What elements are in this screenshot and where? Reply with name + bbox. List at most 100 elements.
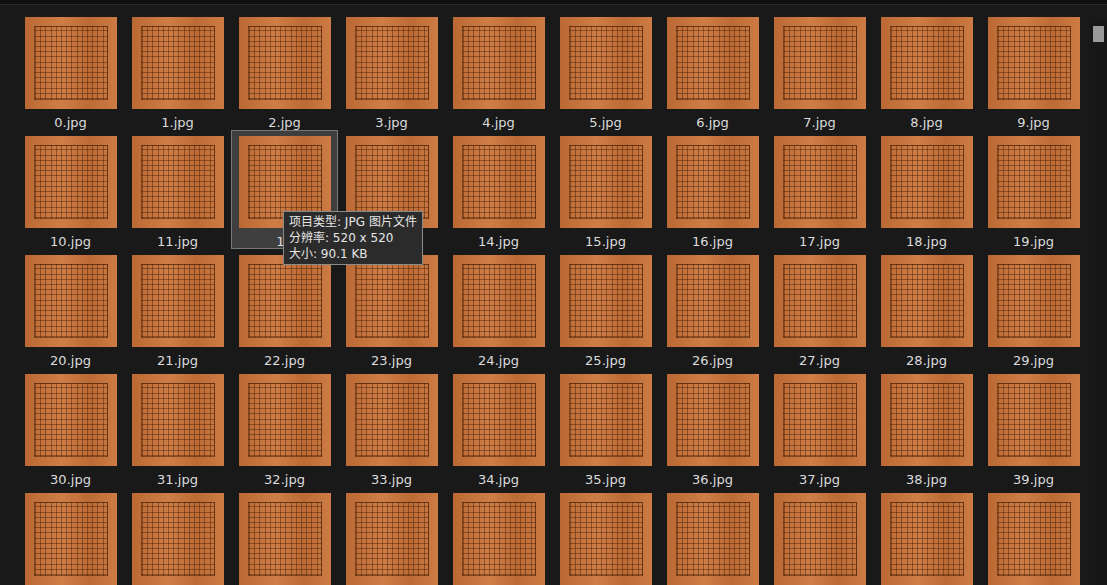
file-name[interactable]: 3.jpg xyxy=(375,115,408,131)
thumbnail-image[interactable] xyxy=(667,17,759,109)
thumbnail-image[interactable] xyxy=(667,255,759,347)
file-item[interactable]: 37.jpg xyxy=(766,368,873,487)
thumbnail-image[interactable] xyxy=(988,255,1080,347)
scrollbar[interactable] xyxy=(1090,20,1107,585)
thumbnail-image[interactable] xyxy=(560,136,652,228)
file-item[interactable]: 36.jpg xyxy=(659,368,766,487)
thumbnail-image[interactable] xyxy=(560,17,652,109)
file-name[interactable]: 38.jpg xyxy=(906,472,947,488)
file-item[interactable] xyxy=(980,487,1087,585)
thumbnail-image[interactable] xyxy=(774,255,866,347)
file-name[interactable]: 10.jpg xyxy=(50,234,91,250)
file-item[interactable] xyxy=(552,487,659,585)
thumbnail-image[interactable] xyxy=(774,374,866,466)
thumbnail-image[interactable] xyxy=(132,493,224,585)
file-item[interactable]: 26.jpg xyxy=(659,249,766,368)
thumbnail-image[interactable] xyxy=(132,374,224,466)
file-item[interactable]: 3.jpg xyxy=(338,11,445,130)
file-item[interactable]: 22.jpg xyxy=(231,249,338,368)
thumbnail-image[interactable] xyxy=(346,374,438,466)
file-name[interactable]: 5.jpg xyxy=(589,115,622,131)
thumbnail-image[interactable] xyxy=(774,136,866,228)
file-item[interactable]: 23.jpg xyxy=(338,249,445,368)
thumbnail-image[interactable] xyxy=(453,374,545,466)
thumbnail-image[interactable] xyxy=(25,374,117,466)
thumbnail-image[interactable] xyxy=(988,136,1080,228)
file-name[interactable]: 20.jpg xyxy=(50,353,91,369)
thumbnail-image[interactable] xyxy=(25,493,117,585)
thumbnail-image[interactable] xyxy=(881,493,973,585)
thumbnail-image[interactable] xyxy=(346,255,438,347)
file-name[interactable]: 8.jpg xyxy=(910,115,943,131)
file-item[interactable]: 20.jpg xyxy=(17,249,124,368)
file-name[interactable]: 24.jpg xyxy=(478,353,519,369)
file-item[interactable]: 0.jpg xyxy=(17,11,124,130)
thumbnail-image[interactable] xyxy=(453,255,545,347)
file-name[interactable]: 7.jpg xyxy=(803,115,836,131)
file-item[interactable]: 24.jpg xyxy=(445,249,552,368)
thumbnail-image[interactable] xyxy=(346,493,438,585)
file-item[interactable]: 1.jpg xyxy=(124,11,231,130)
thumbnail-image[interactable] xyxy=(667,374,759,466)
thumbnail-image[interactable] xyxy=(453,136,545,228)
file-item[interactable]: 7.jpg xyxy=(766,11,873,130)
file-name[interactable]: 18.jpg xyxy=(906,234,947,250)
file-name[interactable]: 0.jpg xyxy=(54,115,87,131)
file-name[interactable]: 27.jpg xyxy=(799,353,840,369)
file-name[interactable]: 21.jpg xyxy=(157,353,198,369)
file-item[interactable] xyxy=(766,487,873,585)
file-item[interactable]: 5.jpg xyxy=(552,11,659,130)
thumbnail-image[interactable] xyxy=(132,255,224,347)
thumbnail-image[interactable] xyxy=(774,493,866,585)
file-item[interactable] xyxy=(124,487,231,585)
thumbnail-image[interactable] xyxy=(667,136,759,228)
thumbnail-image[interactable] xyxy=(239,255,331,347)
thumbnail-image[interactable] xyxy=(346,17,438,109)
file-item[interactable]: 25.jpg xyxy=(552,249,659,368)
file-name[interactable]: 15.jpg xyxy=(585,234,626,250)
file-name[interactable]: 36.jpg xyxy=(692,472,733,488)
file-name[interactable]: 34.jpg xyxy=(478,472,519,488)
file-name[interactable]: 30.jpg xyxy=(50,472,91,488)
file-item[interactable]: 32.jpg xyxy=(231,368,338,487)
file-item[interactable]: 34.jpg xyxy=(445,368,552,487)
thumbnail-image[interactable] xyxy=(881,17,973,109)
file-item[interactable]: 27.jpg xyxy=(766,249,873,368)
thumbnail-image[interactable] xyxy=(667,493,759,585)
file-item[interactable] xyxy=(873,487,980,585)
file-name[interactable]: 6.jpg xyxy=(696,115,729,131)
thumbnail-image[interactable] xyxy=(453,17,545,109)
thumbnail-image[interactable] xyxy=(239,374,331,466)
file-name[interactable]: 29.jpg xyxy=(1013,353,1054,369)
thumbnail-image[interactable] xyxy=(881,136,973,228)
file-name[interactable]: 25.jpg xyxy=(585,353,626,369)
file-item[interactable]: 31.jpg xyxy=(124,368,231,487)
file-name[interactable]: 2.jpg xyxy=(268,115,301,131)
file-item[interactable] xyxy=(17,487,124,585)
file-item[interactable] xyxy=(231,487,338,585)
file-item[interactable]: 17.jpg xyxy=(766,130,873,249)
thumbnail-image[interactable] xyxy=(132,136,224,228)
file-item[interactable]: 35.jpg xyxy=(552,368,659,487)
file-name[interactable]: 1.jpg xyxy=(161,115,194,131)
thumbnail-image[interactable] xyxy=(132,17,224,109)
thumbnail-image[interactable] xyxy=(560,255,652,347)
file-name[interactable]: 31.jpg xyxy=(157,472,198,488)
thumbnail-image[interactable] xyxy=(988,17,1080,109)
file-item[interactable]: 19.jpg xyxy=(980,130,1087,249)
file-item[interactable]: 11.jpg xyxy=(124,130,231,249)
thumbnail-image[interactable] xyxy=(25,255,117,347)
file-item[interactable]: 28.jpg xyxy=(873,249,980,368)
thumbnail-image[interactable] xyxy=(988,493,1080,585)
file-item[interactable]: 39.jpg xyxy=(980,368,1087,487)
file-name[interactable]: 33.jpg xyxy=(371,472,412,488)
file-name[interactable]: 23.jpg xyxy=(371,353,412,369)
file-name[interactable]: 4.jpg xyxy=(482,115,515,131)
file-name[interactable]: 11.jpg xyxy=(157,234,198,250)
thumbnail-image[interactable] xyxy=(239,17,331,109)
thumbnail-image[interactable] xyxy=(881,255,973,347)
file-name[interactable]: 17.jpg xyxy=(799,234,840,250)
file-name[interactable]: 14.jpg xyxy=(478,234,519,250)
thumbnail-image[interactable] xyxy=(25,17,117,109)
file-item[interactable] xyxy=(445,487,552,585)
